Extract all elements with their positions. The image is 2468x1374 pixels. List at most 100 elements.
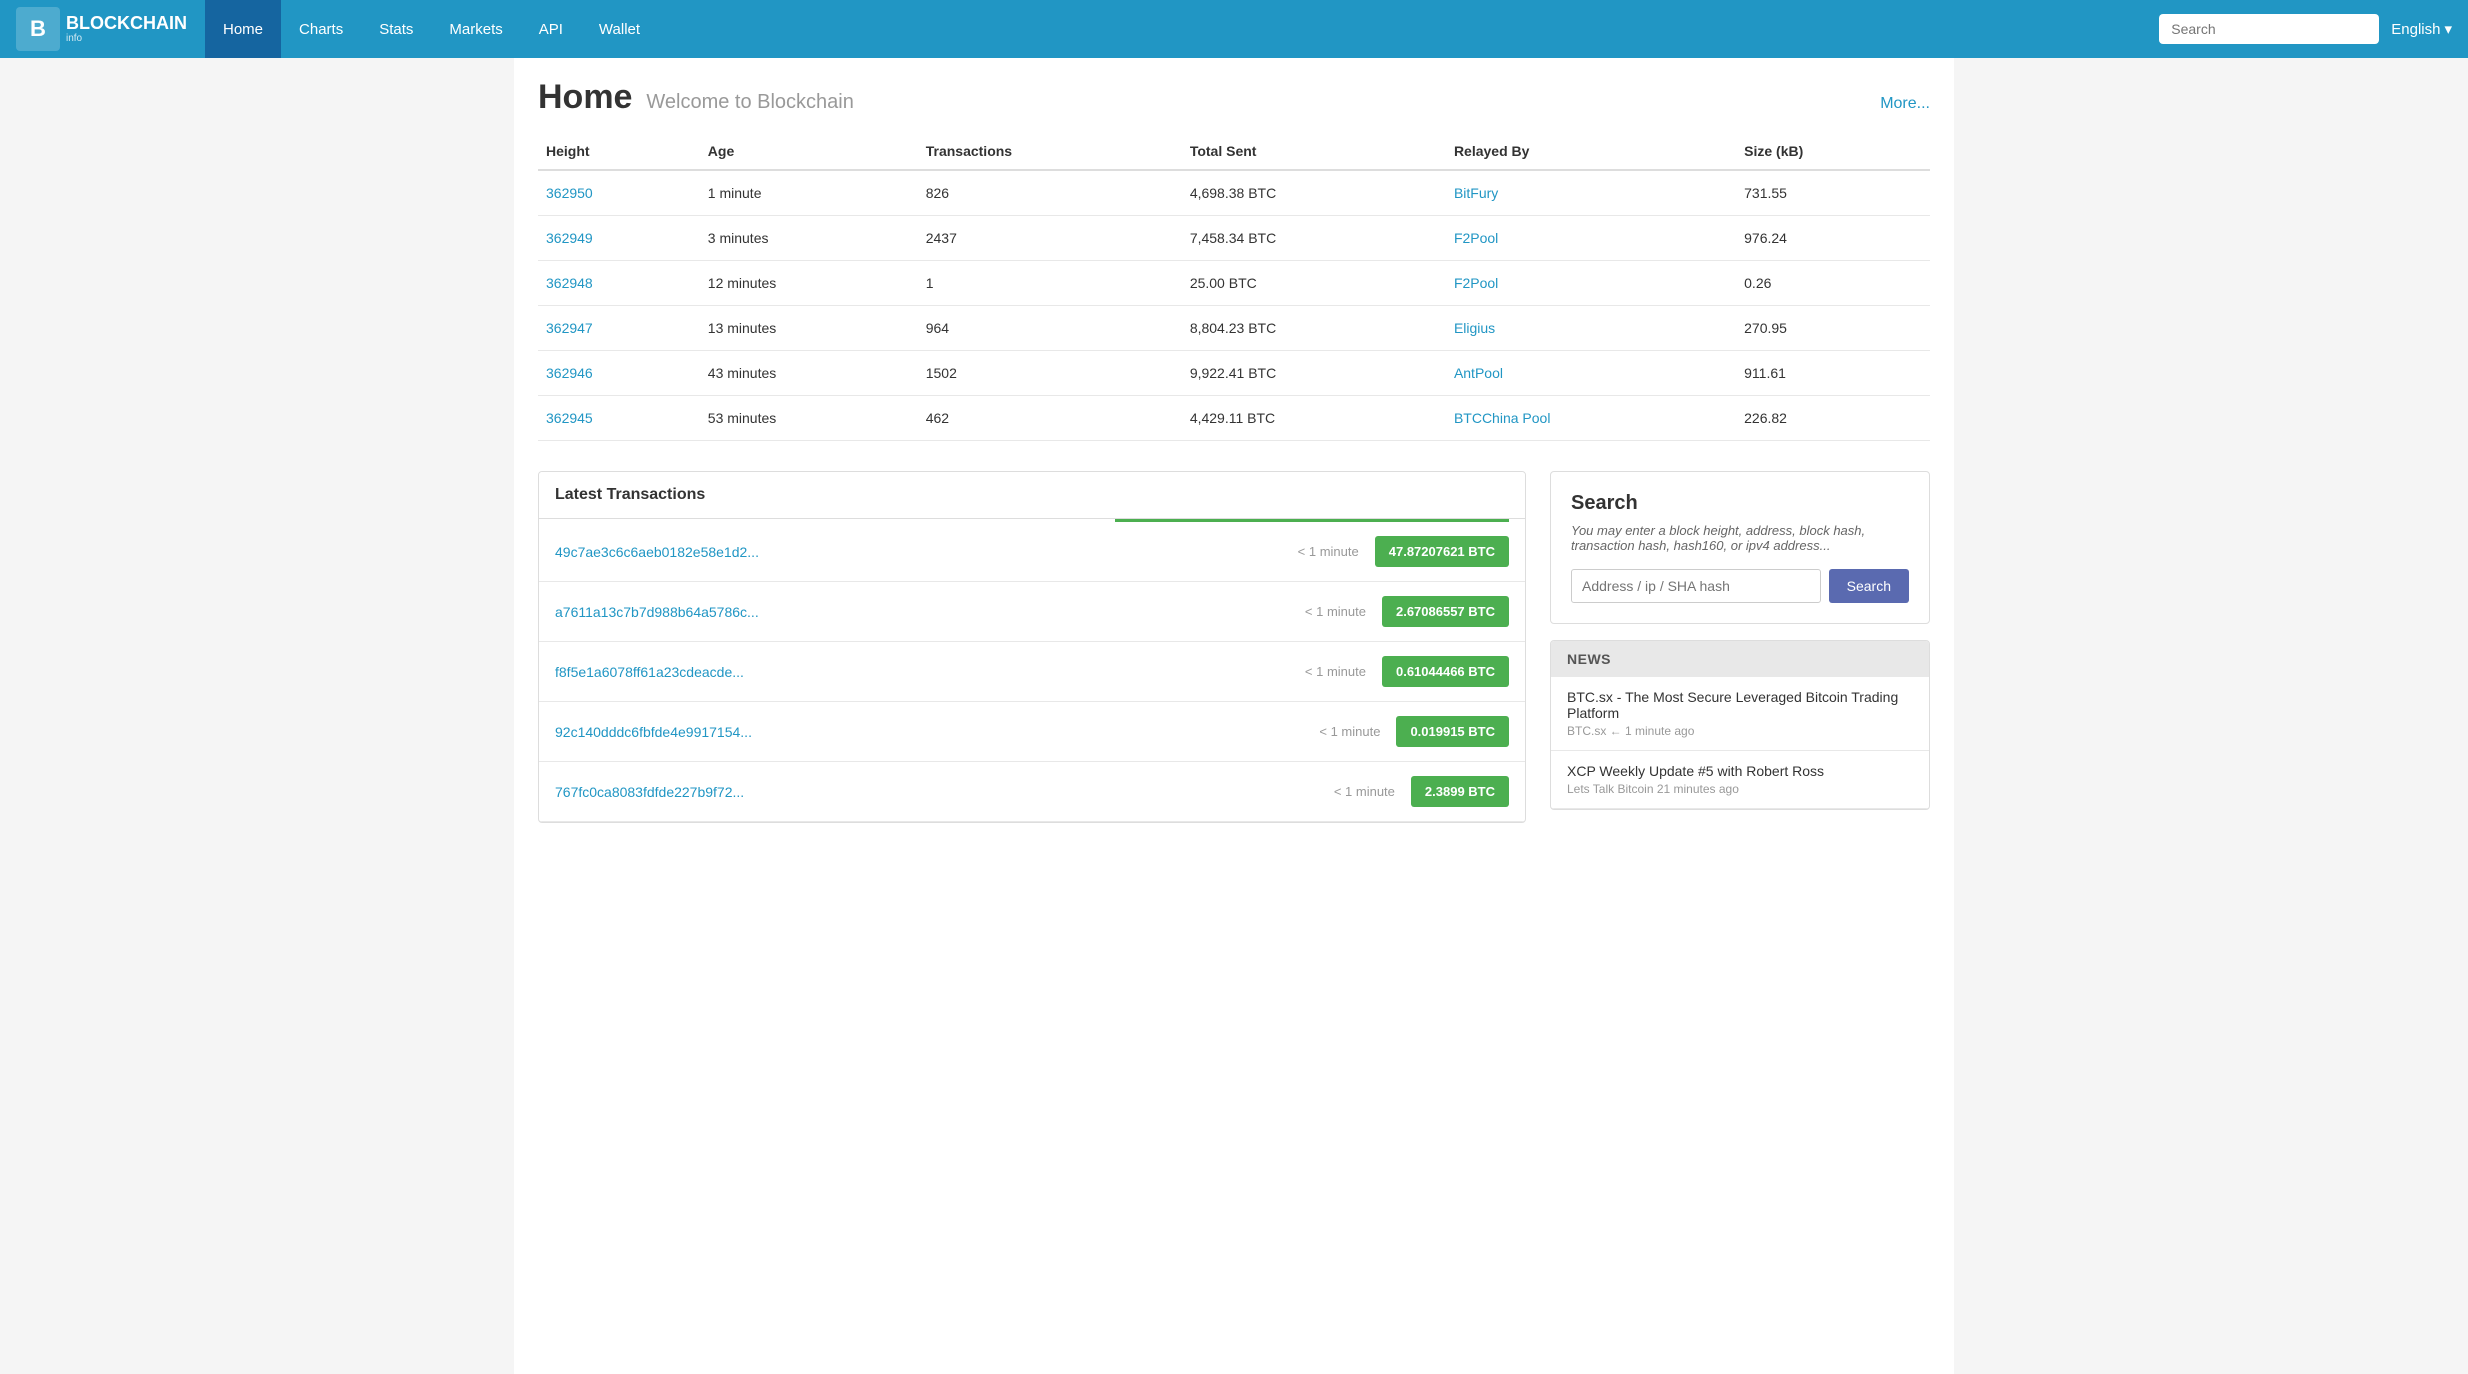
block-height-link[interactable]: 362948 <box>546 275 593 291</box>
cell-height: 362945 <box>538 396 700 441</box>
tx-amount: 2.3899 BTC <box>1411 776 1509 807</box>
relayed-by-link[interactable]: F2Pool <box>1454 275 1498 291</box>
cell-size: 226.82 <box>1736 396 1930 441</box>
cell-height: 362947 <box>538 306 700 351</box>
table-row: 362946 43 minutes 1502 9,922.41 BTC AntP… <box>538 351 1930 396</box>
news-title[interactable]: BTC.sx - The Most Secure Leveraged Bitco… <box>1567 689 1913 721</box>
language-label: English <box>2391 21 2440 38</box>
cell-size: 976.24 <box>1736 216 1930 261</box>
right-panel: Search You may enter a block height, add… <box>1550 471 1930 810</box>
cell-size: 270.95 <box>1736 306 1930 351</box>
tx-amount: 0.019915 BTC <box>1396 716 1509 747</box>
news-panel: NEWS BTC.sx - The Most Secure Leveraged … <box>1550 640 1930 810</box>
language-selector[interactable]: English ▾ <box>2391 20 2452 38</box>
col-height: Height <box>538 133 700 170</box>
cell-total-sent: 7,458.34 BTC <box>1182 216 1446 261</box>
cell-height: 362949 <box>538 216 700 261</box>
relayed-by-link[interactable]: F2Pool <box>1454 230 1498 246</box>
relayed-by-link[interactable]: AntPool <box>1454 365 1503 381</box>
tx-hash-link[interactable]: 767fc0ca8083fdfde227b9f72... <box>555 784 1318 800</box>
cell-transactions: 964 <box>918 306 1182 351</box>
chevron-down-icon: ▾ <box>2444 20 2452 38</box>
tx-hash-link[interactable]: 92c140dddc6fbfde4e9917154... <box>555 724 1303 740</box>
news-meta: BTC.sx ← 1 minute ago <box>1567 724 1913 738</box>
more-link[interactable]: More... <box>1880 95 1930 113</box>
tx-hash-link[interactable]: 49c7ae3c6c6aeb0182e58e1d2... <box>555 544 1282 560</box>
cell-relayed-by: BitFury <box>1446 170 1736 216</box>
tx-amount: 2.67086557 BTC <box>1382 596 1509 627</box>
news-meta: Lets Talk Bitcoin 21 minutes ago <box>1567 782 1913 796</box>
nav-item-charts[interactable]: Charts <box>281 0 361 58</box>
relayed-by-link[interactable]: Eligius <box>1454 320 1495 336</box>
transactions-panel: Latest Transactions 49c7ae3c6c6aeb0182e5… <box>538 471 1526 823</box>
tx-time: < 1 minute <box>1298 544 1359 559</box>
tx-time: < 1 minute <box>1305 604 1366 619</box>
table-row: 362945 53 minutes 462 4,429.11 BTC BTCCh… <box>538 396 1930 441</box>
tx-time: < 1 minute <box>1305 664 1366 679</box>
page-header: Home Welcome to Blockchain More... <box>538 78 1930 117</box>
block-height-link[interactable]: 362950 <box>546 185 593 201</box>
news-list: BTC.sx - The Most Secure Leveraged Bitco… <box>1551 677 1929 809</box>
tx-hash-link[interactable]: f8f5e1a6078ff61a23cdeacde... <box>555 664 1289 680</box>
nav-item-stats[interactable]: Stats <box>361 0 431 58</box>
block-height-link[interactable]: 362945 <box>546 410 593 426</box>
news-item: BTC.sx - The Most Secure Leveraged Bitco… <box>1551 677 1929 751</box>
cell-height: 362950 <box>538 170 700 216</box>
cell-total-sent: 9,922.41 BTC <box>1182 351 1446 396</box>
transaction-row: 49c7ae3c6c6aeb0182e58e1d2... < 1 minute … <box>539 522 1525 582</box>
relayed-by-link[interactable]: BitFury <box>1454 185 1498 201</box>
cell-size: 911.61 <box>1736 351 1930 396</box>
blocks-table: Height Age Transactions Total Sent Relay… <box>538 133 1930 441</box>
cell-height: 362948 <box>538 261 700 306</box>
nav-item-markets[interactable]: Markets <box>431 0 520 58</box>
transaction-row: a7611a13c7b7d988b64a5786c... < 1 minute … <box>539 582 1525 642</box>
cell-transactions: 826 <box>918 170 1182 216</box>
tx-hash-link[interactable]: a7611a13c7b7d988b64a5786c... <box>555 604 1289 620</box>
cell-transactions: 1502 <box>918 351 1182 396</box>
relayed-by-link[interactable]: BTCChina Pool <box>1454 410 1551 426</box>
navbar-right: English ▾ <box>2159 14 2452 44</box>
news-header: NEWS <box>1551 641 1929 677</box>
search-panel-input[interactable] <box>1571 569 1821 603</box>
cell-total-sent: 4,698.38 BTC <box>1182 170 1446 216</box>
news-title[interactable]: XCP Weekly Update #5 with Robert Ross <box>1567 763 1913 779</box>
brand-logo: B <box>16 7 60 51</box>
brand-sub: info <box>66 33 187 44</box>
cell-age: 13 minutes <box>700 306 918 351</box>
transaction-row: f8f5e1a6078ff61a23cdeacde... < 1 minute … <box>539 642 1525 702</box>
block-height-link[interactable]: 362949 <box>546 230 593 246</box>
cell-size: 0.26 <box>1736 261 1930 306</box>
cell-transactions: 2437 <box>918 216 1182 261</box>
nav-item-api[interactable]: API <box>521 0 581 58</box>
navbar: B BLOCKCHAIN info Home Charts Stats Mark… <box>0 0 2468 58</box>
tx-time: < 1 minute <box>1319 724 1380 739</box>
search-panel-button[interactable]: Search <box>1829 569 1909 603</box>
cell-total-sent: 4,429.11 BTC <box>1182 396 1446 441</box>
cell-age: 43 minutes <box>700 351 918 396</box>
search-panel-title: Search <box>1571 492 1909 515</box>
table-row: 362949 3 minutes 2437 7,458.34 BTC F2Poo… <box>538 216 1930 261</box>
page-title-area: Home Welcome to Blockchain <box>538 78 854 117</box>
cell-height: 362946 <box>538 351 700 396</box>
col-age: Age <box>700 133 918 170</box>
page-subtitle: Welcome to Blockchain <box>646 91 854 113</box>
navbar-search-input[interactable] <box>2159 14 2379 44</box>
block-height-link[interactable]: 362946 <box>546 365 593 381</box>
tx-amount: 0.61044466 BTC <box>1382 656 1509 687</box>
transaction-row: 767fc0ca8083fdfde227b9f72... < 1 minute … <box>539 762 1525 822</box>
cell-total-sent: 25.00 BTC <box>1182 261 1446 306</box>
brand: B BLOCKCHAIN info <box>16 7 187 51</box>
cell-relayed-by: AntPool <box>1446 351 1736 396</box>
nav-item-wallet[interactable]: Wallet <box>581 0 658 58</box>
table-row: 362950 1 minute 826 4,698.38 BTC BitFury… <box>538 170 1930 216</box>
block-height-link[interactable]: 362947 <box>546 320 593 336</box>
tx-amount: 47.87207621 BTC <box>1375 536 1509 567</box>
nav-items: Home Charts Stats Markets API Wallet <box>205 0 2159 58</box>
cell-transactions: 462 <box>918 396 1182 441</box>
cell-relayed-by: F2Pool <box>1446 216 1736 261</box>
transaction-list: 49c7ae3c6c6aeb0182e58e1d2... < 1 minute … <box>539 522 1525 822</box>
nav-item-home[interactable]: Home <box>205 0 281 58</box>
col-transactions: Transactions <box>918 133 1182 170</box>
cell-transactions: 1 <box>918 261 1182 306</box>
table-row: 362948 12 minutes 1 25.00 BTC F2Pool 0.2… <box>538 261 1930 306</box>
